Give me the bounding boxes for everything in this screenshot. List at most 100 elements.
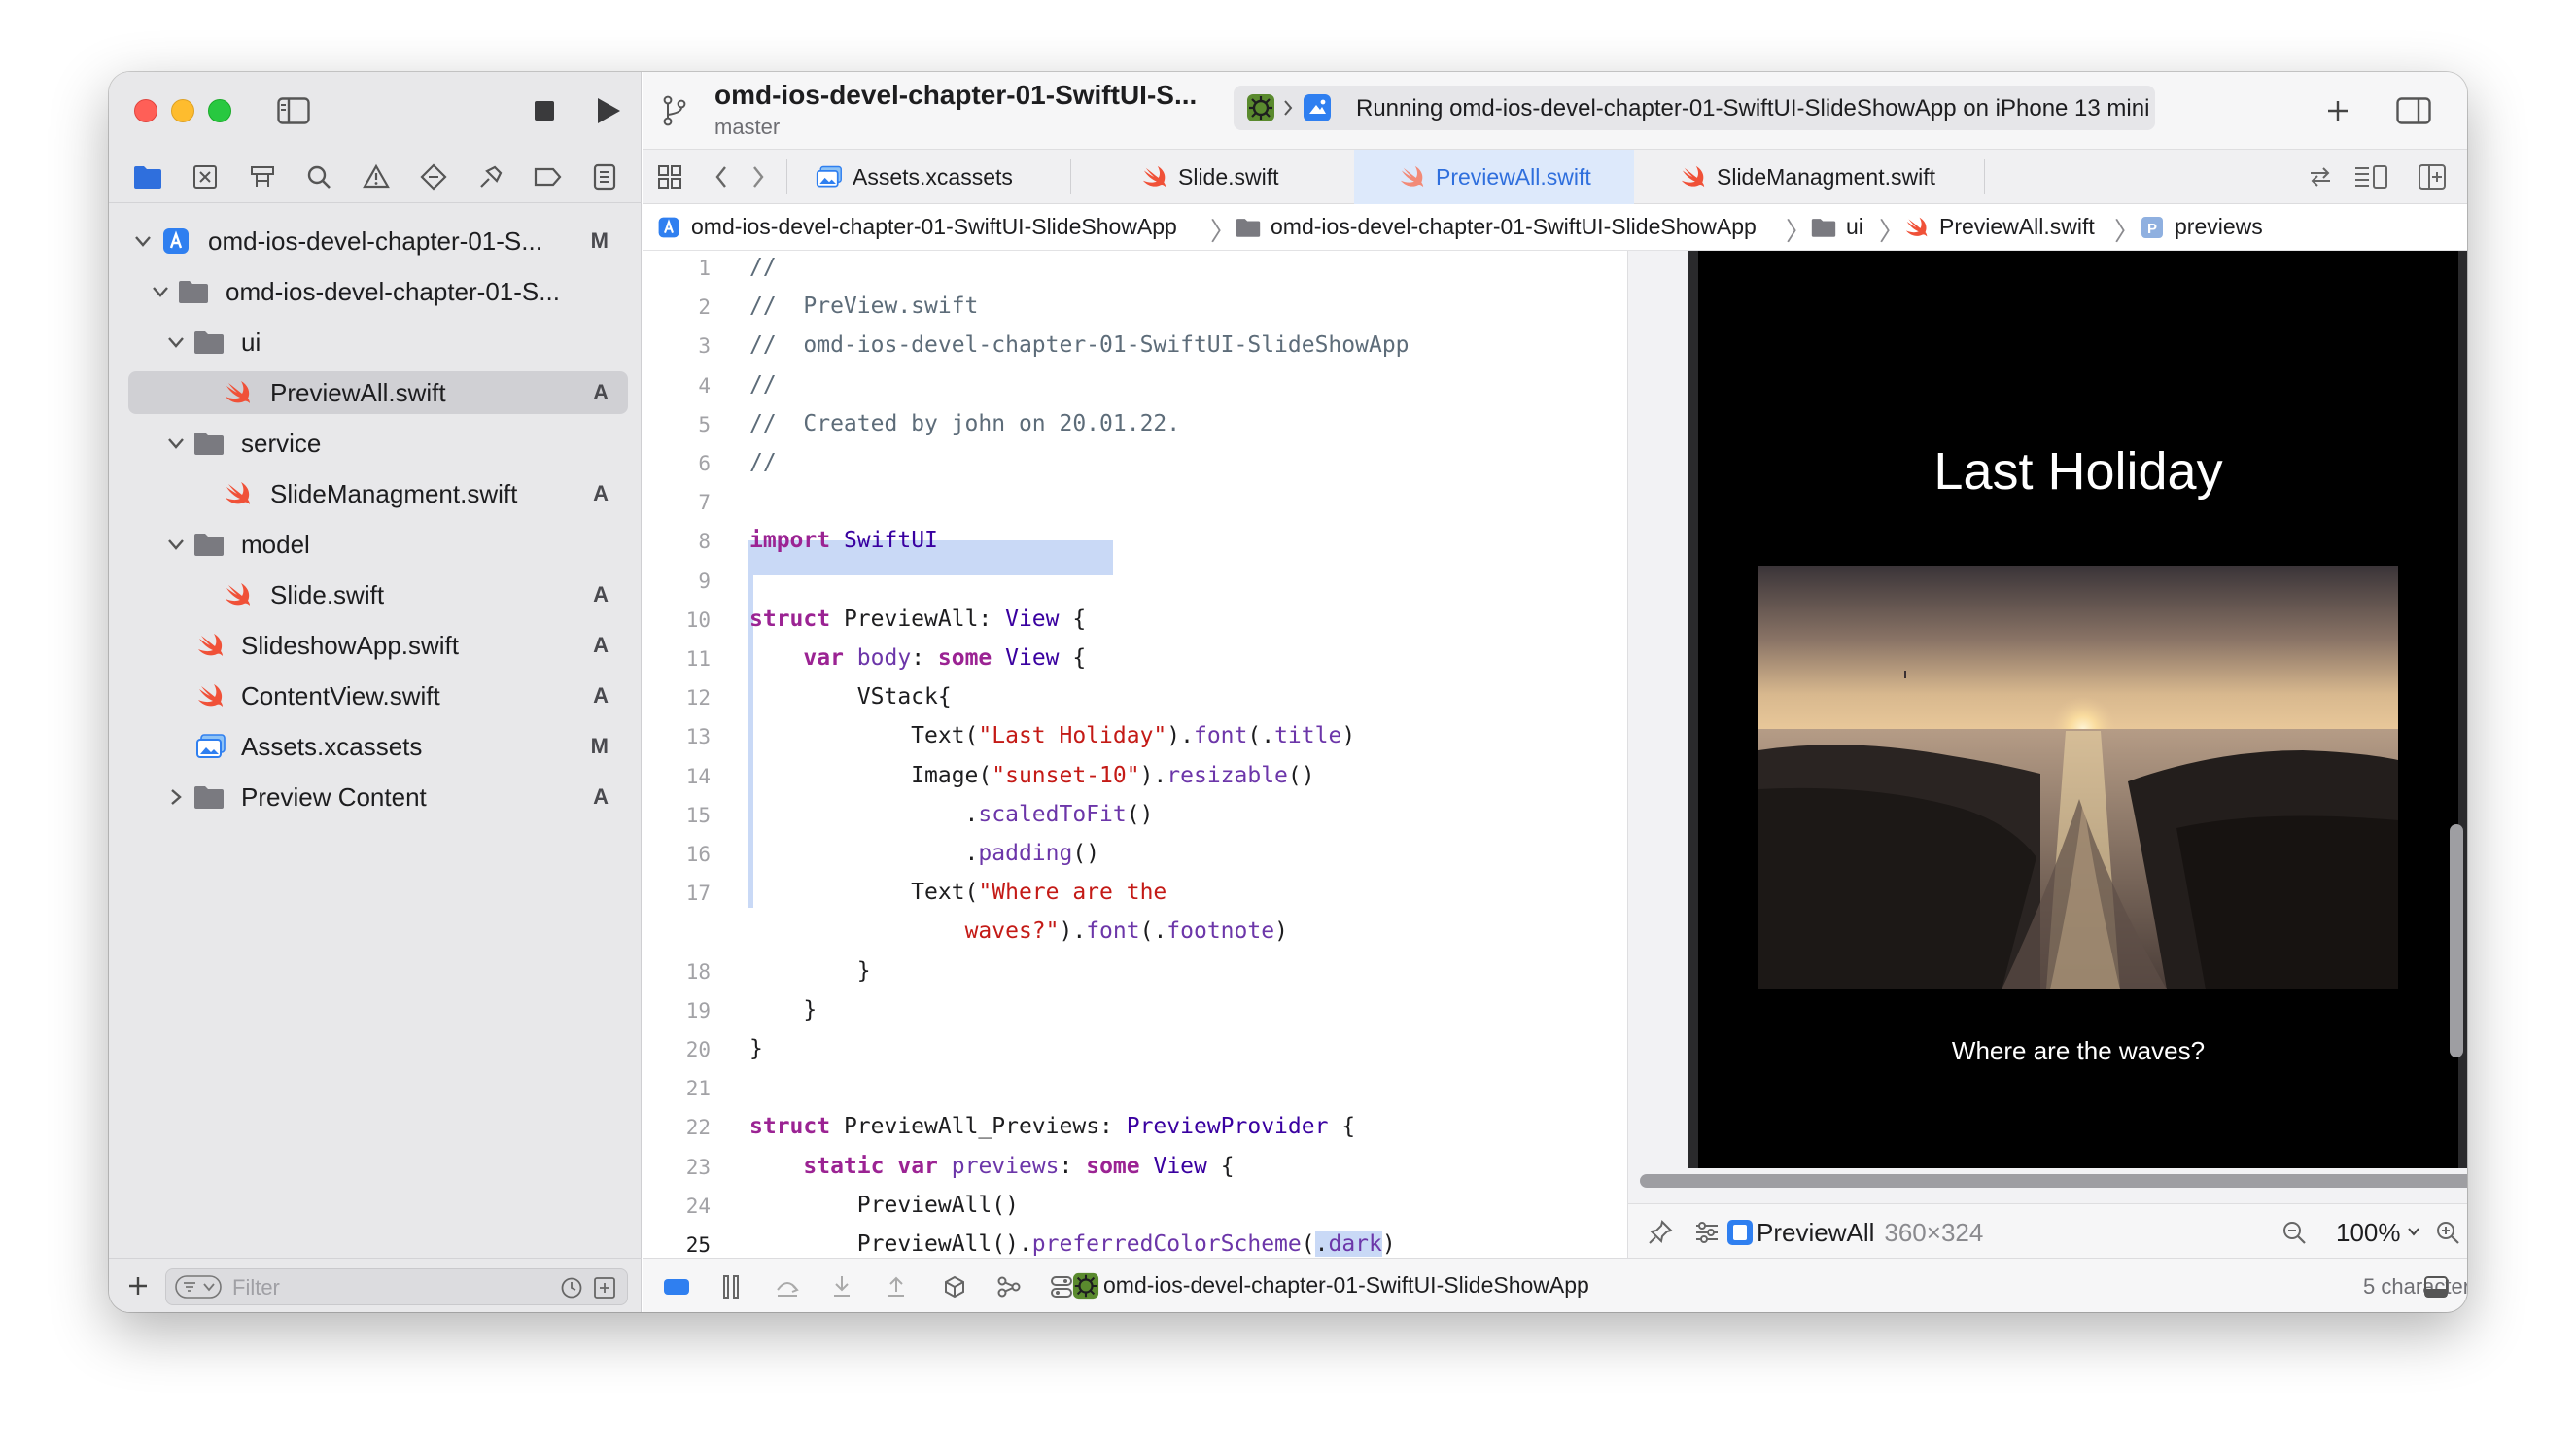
code-line[interactable]: //: [749, 446, 777, 479]
code-line[interactable]: // PreView.swift: [749, 290, 978, 323]
code-line[interactable]: }: [749, 1032, 763, 1065]
breadcrumb-file[interactable]: PreviewAll.swift: [1904, 214, 2095, 240]
code-line[interactable]: Text("Where are the: [749, 876, 1166, 909]
stop-icon[interactable]: [529, 95, 560, 126]
code-line[interactable]: //: [749, 251, 777, 284]
code-line[interactable]: .scaledToFit(): [749, 798, 1154, 831]
code-line[interactable]: Image("sunset-10").resizable(): [749, 759, 1314, 792]
minimize-window-button[interactable]: [171, 99, 194, 122]
zoom-out-icon[interactable]: [2280, 1218, 2309, 1247]
view-hierarchy-icon[interactable]: [940, 1272, 969, 1301]
breadcrumb-group[interactable]: omd-ios-devel-chapter-01-SwiftUI-SlideSh…: [1236, 214, 1757, 240]
pin-icon[interactable]: [1646, 1218, 1675, 1247]
activity-status[interactable]: Running omd-ios-devel-chapter-01-SwiftUI…: [1234, 86, 2155, 130]
breadcrumb-ui[interactable]: ui: [1811, 214, 1863, 240]
zoom-level[interactable]: 100%: [2336, 1218, 2401, 1248]
find-navigator-icon[interactable]: [301, 159, 336, 194]
code-line[interactable]: // omd-ios-devel-chapter-01-SwiftUI-Slid…: [749, 329, 1410, 362]
code-line[interactable]: }: [749, 993, 817, 1026]
grid-icon[interactable]: [654, 161, 685, 192]
chevron-down-icon[interactable]: [148, 279, 173, 304]
tab-slidemanagment[interactable]: SlideManagment.swift: [1635, 150, 1985, 204]
tree-item-model[interactable]: model: [128, 523, 628, 566]
close-window-button[interactable]: [134, 99, 157, 122]
device-preview[interactable]: Last Holiday Where are the waves?: [1688, 251, 2467, 1168]
code-line[interactable]: // Created by john on 20.01.22.: [749, 407, 1180, 440]
preview-horizontal-scrollbar[interactable]: [1640, 1174, 2467, 1188]
code-line[interactable]: waves?").font(.footnote): [749, 915, 1288, 948]
back-icon[interactable]: [709, 163, 734, 191]
code-line[interactable]: //: [749, 368, 777, 401]
code-line[interactable]: PreviewAll(): [749, 1189, 1019, 1222]
tree-item-project[interactable]: omd-ios-devel-chapter-01-S... M: [128, 220, 628, 262]
add-library-icon[interactable]: [2318, 91, 2357, 130]
run-icon[interactable]: [591, 93, 626, 128]
code-line[interactable]: struct PreviewAll_Previews: PreviewProvi…: [749, 1110, 1355, 1143]
step-into-icon[interactable]: [827, 1272, 856, 1301]
sidebar-toggle-icon[interactable]: [274, 91, 313, 130]
code-line[interactable]: var body: some View {: [749, 641, 1086, 675]
report-navigator-icon[interactable]: [587, 159, 622, 194]
swap-icon[interactable]: [2305, 163, 2336, 191]
chevron-down-icon[interactable]: [130, 228, 156, 254]
code-line[interactable]: .padding(): [749, 837, 1100, 870]
recent-files-icon[interactable]: [559, 1275, 584, 1300]
tab-slide[interactable]: Slide.swift: [1071, 150, 1353, 204]
console-toggle-icon[interactable]: [2421, 1272, 2451, 1301]
step-over-icon[interactable]: [773, 1272, 802, 1301]
debug-area-toggle-icon[interactable]: [662, 1272, 691, 1301]
code-line[interactable]: PreviewAll().preferredColorScheme(.dark): [749, 1228, 1396, 1261]
tab-previewall[interactable]: PreviewAll.swift: [1354, 150, 1634, 204]
tree-item-service[interactable]: service: [128, 422, 628, 465]
code-line[interactable]: }: [749, 954, 871, 988]
code-line[interactable]: VStack{: [749, 680, 952, 713]
project-navigator-icon[interactable]: [130, 159, 165, 194]
breakpoint-navigator-icon[interactable]: [530, 159, 565, 194]
breadcrumb-project[interactable]: omd-ios-devel-chapter-01-SwiftUI-SlideSh…: [656, 214, 1177, 240]
tree-item-slidemanagment[interactable]: SlideManagment.swift A: [128, 472, 628, 515]
tree-item-slide[interactable]: Slide.swift A: [128, 573, 628, 616]
add-editor-icon[interactable]: [2416, 161, 2449, 192]
chevron-down-icon[interactable]: [2406, 1224, 2421, 1239]
memory-graph-icon[interactable]: [994, 1272, 1024, 1301]
app-scheme-icon[interactable]: [1245, 92, 1276, 123]
debug-navigator-icon[interactable]: [473, 159, 508, 194]
source-editor[interactable]: 1 2 3 4 5 6 7 8 9 10 11 12 13 14 15 16 17 18 19 20 21 22 23 24 2…: [643, 251, 1667, 1312]
test-navigator-icon[interactable]: [416, 159, 451, 194]
chevron-right-icon[interactable]: [163, 784, 189, 810]
filter-options-icon[interactable]: [174, 1274, 223, 1300]
add-icon[interactable]: [124, 1272, 152, 1300]
tree-item-slideshowapp[interactable]: SlideshowApp.swift A: [128, 624, 628, 667]
tree-item-contentview[interactable]: ContentView.swift A: [128, 675, 628, 717]
zoom-in-icon[interactable]: [2433, 1218, 2462, 1247]
tree-item-previewall[interactable]: PreviewAll.swift A: [128, 371, 628, 414]
code-line[interactable]: import SwiftUI: [749, 524, 938, 557]
pause-icon[interactable]: [718, 1272, 744, 1301]
filter-field[interactable]: Filter: [165, 1268, 628, 1305]
tree-item-ui[interactable]: ui: [128, 321, 628, 364]
code-line[interactable]: static var previews: some View {: [749, 1150, 1234, 1183]
chevron-down-icon[interactable]: [163, 431, 189, 456]
tree-item-assets[interactable]: Assets.xcassets M: [128, 725, 628, 768]
forward-icon[interactable]: [746, 163, 771, 191]
zoom-window-button[interactable]: [208, 99, 231, 122]
symbol-navigator-icon[interactable]: [245, 159, 280, 194]
source-control-navigator-icon[interactable]: [188, 159, 223, 194]
tree-item-group[interactable]: omd-ios-devel-chapter-01-S...: [128, 270, 628, 313]
tab-assets[interactable]: Assets.xcassets: [788, 150, 1070, 204]
step-out-icon[interactable]: [882, 1272, 911, 1301]
code-line[interactable]: Text("Last Holiday").font(.title): [749, 719, 1355, 752]
tree-item-preview-content[interactable]: Preview Content A: [128, 776, 628, 818]
issue-navigator-icon[interactable]: [359, 159, 394, 194]
breadcrumb-symbol[interactable]: P previews: [2140, 214, 2263, 240]
sunset-image: [1758, 566, 2398, 989]
source-control-filter-icon[interactable]: [592, 1275, 617, 1300]
variants-icon[interactable]: [1692, 1218, 1722, 1247]
editor-options-icon[interactable]: [2351, 161, 2390, 192]
chevron-down-icon[interactable]: [163, 532, 189, 557]
chevron-down-icon[interactable]: [163, 329, 189, 355]
inspector-toggle-icon[interactable]: [2392, 91, 2435, 130]
code-line[interactable]: struct PreviewAll: View {: [749, 603, 1086, 636]
device-icon[interactable]: [1302, 92, 1333, 123]
preview-vertical-scrollbar[interactable]: [2450, 824, 2463, 1057]
